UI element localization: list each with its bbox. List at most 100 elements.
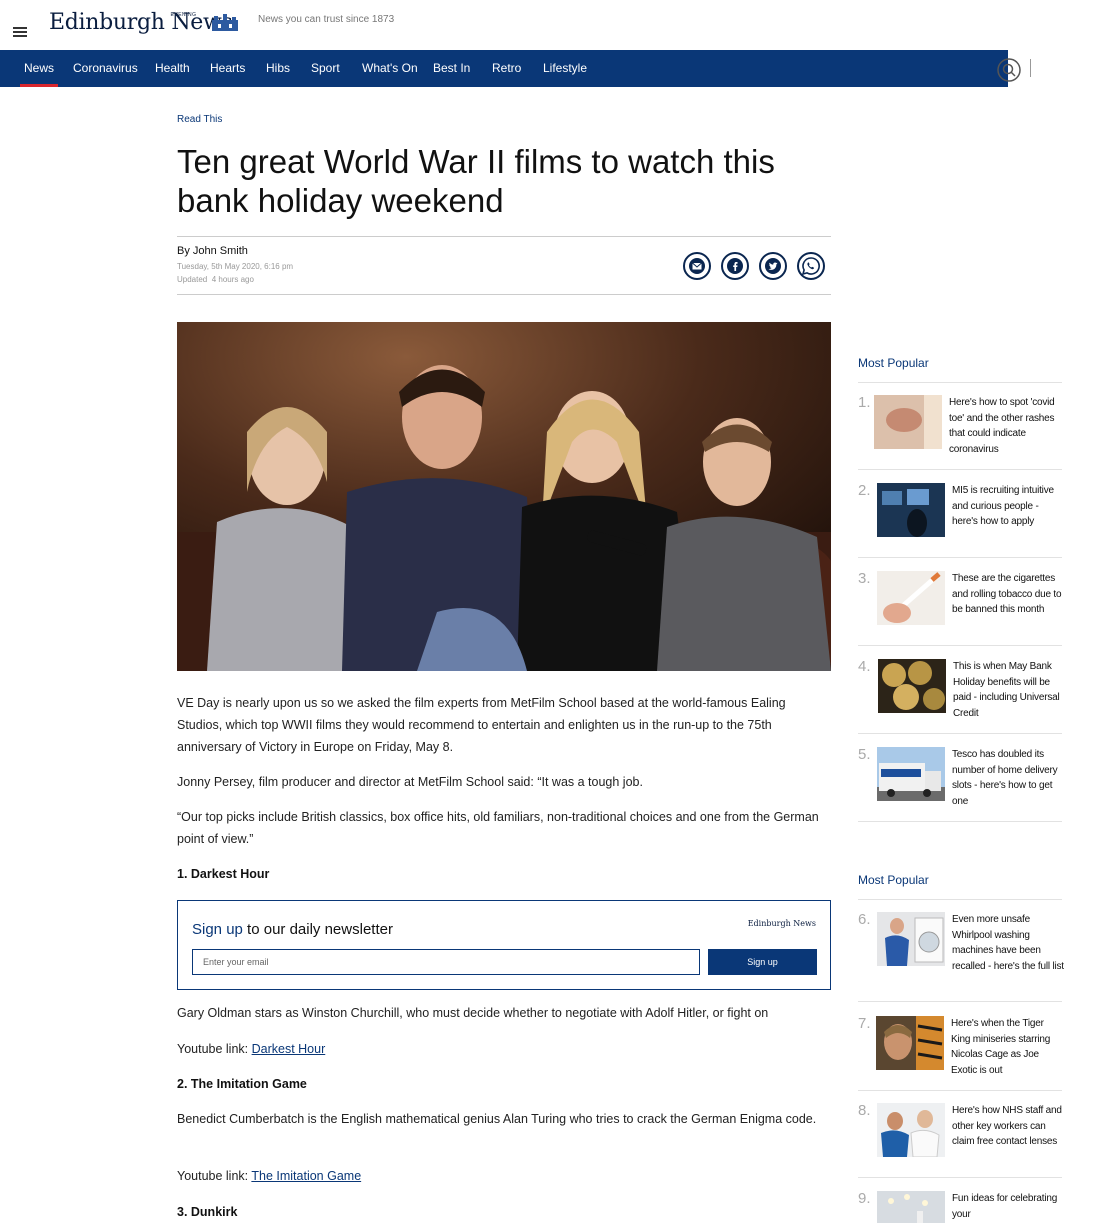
- whatsapp-icon: [801, 257, 820, 276]
- nav-item-sport[interactable]: Sport: [311, 50, 340, 87]
- thumb-art: [877, 1103, 945, 1157]
- newsletter-email-input[interactable]: [192, 949, 700, 975]
- nav-item-health[interactable]: Health: [155, 50, 190, 87]
- article-author[interactable]: By John Smith: [177, 245, 248, 257]
- nav-item-lifestyle[interactable]: Lifestyle: [543, 50, 587, 87]
- thumbnail-image[interactable]: [877, 912, 945, 966]
- article-kicker[interactable]: Read This: [177, 114, 222, 125]
- most-popular-heading-2: Most Popular: [858, 873, 929, 887]
- rank-number: 4.: [858, 658, 871, 675]
- logo-text: Edinburgh News: [49, 10, 233, 35]
- thumbnail-image[interactable]: [877, 1191, 945, 1223]
- popular-story-link[interactable]: Even more unsafe Whirlpool washing machi…: [952, 912, 1064, 974]
- thumb-art: [876, 1016, 944, 1070]
- castle-logo-icon: [212, 14, 238, 31]
- sidebar-divider: [858, 645, 1062, 646]
- newsletter-signup: Sign up to our daily newsletter Edinburg…: [177, 900, 831, 990]
- thumbnail-image[interactable]: [877, 747, 945, 801]
- logo-evening: EVENING: [170, 12, 197, 18]
- twitter-icon: [765, 258, 781, 274]
- article-paragraph: Jonny Persey, film producer and director…: [177, 775, 643, 789]
- byline-divider-bottom: [177, 294, 831, 295]
- byline-divider: [177, 236, 831, 237]
- youtube-link[interactable]: The Imitation Game: [251, 1169, 361, 1183]
- nav-item-retro[interactable]: Retro: [492, 50, 521, 87]
- film-heading: 1. Darkest Hour: [177, 867, 270, 881]
- nav-item-whats-on[interactable]: What's On: [362, 50, 418, 87]
- film-heading: 2. The Imitation Game: [177, 1077, 307, 1091]
- thumb-art: [877, 747, 945, 801]
- sidebar-divider: [858, 557, 1062, 558]
- header-divider: [1030, 59, 1031, 77]
- site-header: Edinburgh News EVENING News you can trus…: [0, 0, 1112, 50]
- rank-number: 1.: [858, 394, 871, 411]
- publish-date: Tuesday, 5th May 2020, 6:16 pm: [177, 262, 294, 271]
- film-heading: 3. Dunkirk: [177, 1205, 238, 1219]
- menu-icon[interactable]: [13, 27, 27, 37]
- rank-number: 2.: [858, 482, 871, 499]
- article-headline: Ten great World War II films to watch th…: [177, 143, 775, 219]
- hero-image-family-watching-tv: [177, 322, 831, 671]
- newsletter-logo: Edinburgh News: [747, 919, 816, 928]
- nav-item-coronavirus[interactable]: Coronavirus: [73, 50, 138, 87]
- rank-number: 3.: [858, 570, 871, 587]
- thumb-art: [877, 912, 945, 966]
- article-paragraph: “Our top picks include British classics,…: [177, 810, 819, 846]
- newsletter-title: Sign up to our daily newsletter: [192, 921, 393, 938]
- newsletter-signup-button[interactable]: Sign up: [708, 949, 817, 975]
- sidebar-divider: [858, 1177, 1062, 1178]
- popular-story-link[interactable]: MI5 is recruiting intuitive and curious …: [952, 483, 1064, 530]
- sidebar-divider: [858, 821, 1062, 822]
- nav-item-news[interactable]: News: [19, 50, 59, 87]
- most-popular-heading: Most Popular: [858, 356, 929, 370]
- sidebar-divider: [858, 733, 1062, 734]
- nav-item-hibs[interactable]: Hibs: [266, 50, 290, 87]
- article-paragraph: Benedict Cumberbatch is the English math…: [177, 1112, 817, 1126]
- share-twitter-button[interactable]: [759, 252, 787, 280]
- thumbnail-image[interactable]: [877, 571, 945, 625]
- youtube-link-line: Youtube link: The Imitation Game: [177, 1169, 362, 1183]
- thumb-art: [877, 1191, 945, 1223]
- share-email-button[interactable]: [683, 252, 711, 280]
- nav-item-hearts[interactable]: Hearts: [210, 50, 245, 87]
- rank-number: 8.: [858, 1102, 871, 1119]
- popular-story-link[interactable]: These are the cigarettes and rolling tob…: [952, 571, 1064, 618]
- rank-number: 7.: [858, 1015, 871, 1032]
- article-paragraph: Gary Oldman stars as Winston Churchill, …: [177, 1006, 769, 1020]
- hero-illustration: [177, 322, 831, 671]
- thumbnail-image[interactable]: [874, 395, 942, 449]
- sidebar-divider: [858, 469, 1062, 470]
- popular-story-link[interactable]: Fun ideas for celebrating your: [952, 1191, 1064, 1222]
- nav-item-best-in[interactable]: Best In: [433, 50, 470, 87]
- popular-story-link[interactable]: Tesco has doubled its number of home del…: [952, 747, 1064, 809]
- youtube-link-line: Youtube link: Darkest Hour: [177, 1042, 326, 1056]
- article-paragraph: VE Day is nearly upon us so we asked the…: [177, 696, 786, 754]
- sidebar-divider: [858, 1001, 1062, 1002]
- thumbnail-image[interactable]: [878, 659, 946, 713]
- facebook-icon: [727, 258, 743, 274]
- site-logo[interactable]: Edinburgh News EVENING: [49, 10, 233, 35]
- share-whatsapp-button[interactable]: [797, 252, 825, 280]
- site-tagline: News you can trust since 1873: [258, 14, 395, 25]
- popular-story-link[interactable]: Here's when the Tiger King miniseries st…: [951, 1016, 1063, 1078]
- sidebar-divider: [858, 382, 1062, 383]
- thumbnail-image[interactable]: [877, 483, 945, 537]
- rank-number: 6.: [858, 911, 871, 928]
- thumbnail-image[interactable]: [876, 1016, 944, 1070]
- sidebar-divider: [858, 899, 1062, 900]
- main-nav: News Coronavirus Health Hearts Hibs Spor…: [0, 50, 1008, 87]
- popular-story-link[interactable]: This is when May Bank Holiday benefits w…: [953, 659, 1065, 721]
- youtube-link[interactable]: Darkest Hour: [252, 1042, 326, 1056]
- rank-number: 5.: [858, 746, 871, 763]
- rank-number: 9.: [858, 1190, 871, 1207]
- popular-story-link[interactable]: Here's how NHS staff and other key worke…: [952, 1103, 1064, 1150]
- updated-time: Updated 4 hours ago: [177, 275, 254, 284]
- popular-story-link[interactable]: Here's how to spot 'covid toe' and the o…: [949, 395, 1061, 457]
- search-icon[interactable]: [996, 57, 1022, 83]
- thumb-art: [878, 659, 946, 713]
- thumb-art: [877, 483, 945, 537]
- thumb-art: [874, 395, 942, 449]
- thumbnail-image[interactable]: [877, 1103, 945, 1157]
- email-icon: [689, 258, 705, 274]
- share-facebook-button[interactable]: [721, 252, 749, 280]
